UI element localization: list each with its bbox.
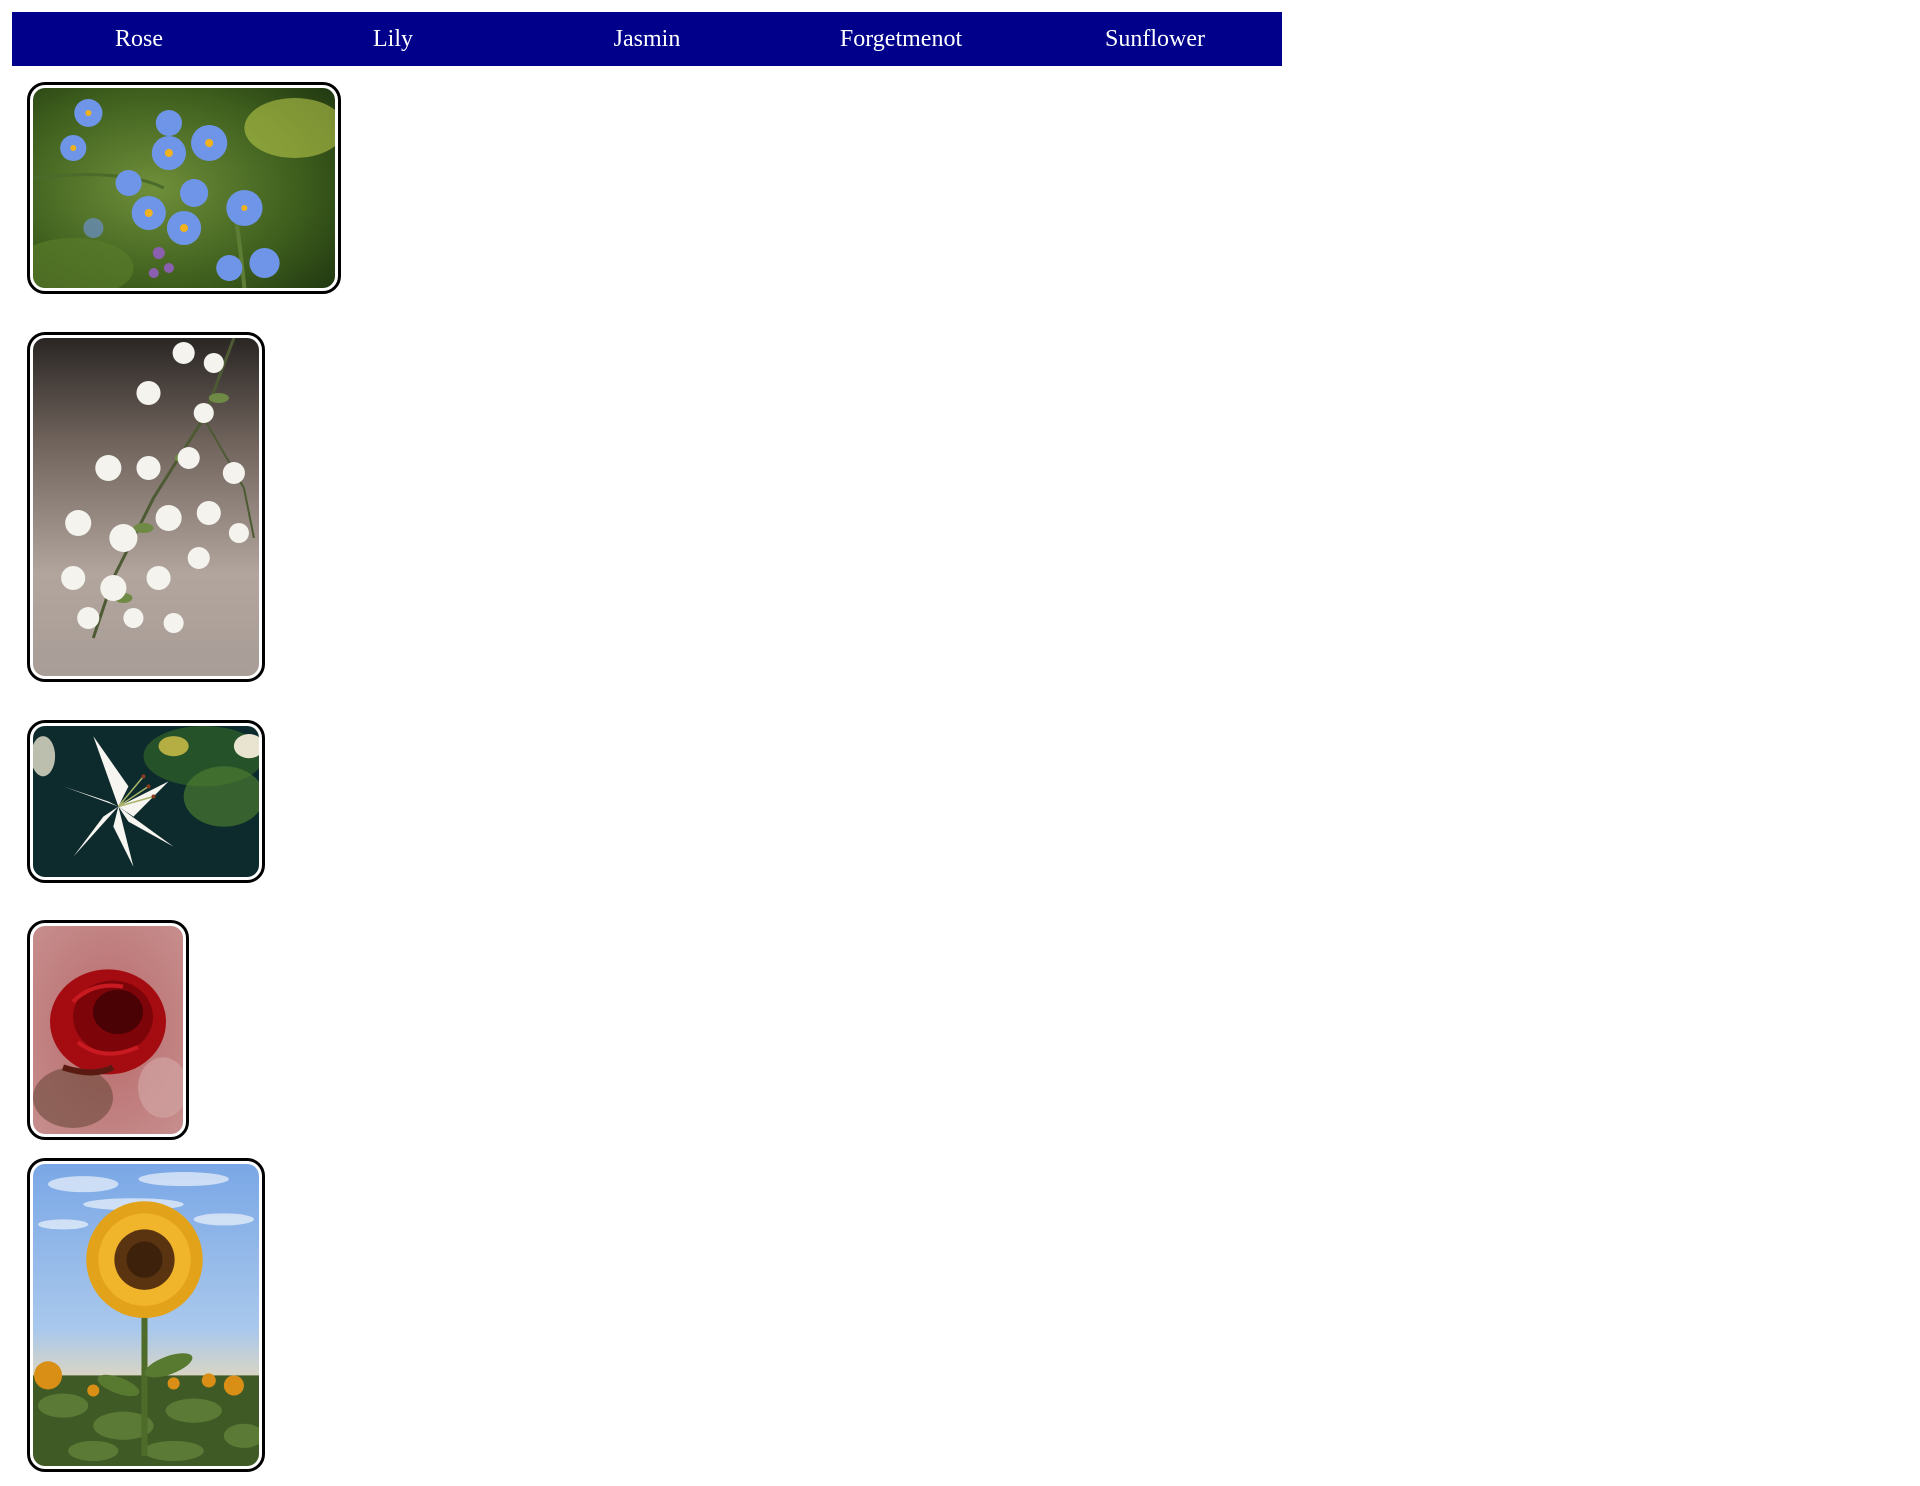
nav-item-rose[interactable]: Rose	[12, 12, 266, 66]
rose-photo	[27, 920, 189, 1140]
sunflower-image	[33, 1164, 259, 1466]
forgetmenot-photo	[27, 82, 341, 294]
lily-image	[33, 726, 259, 877]
lily-photo	[27, 720, 265, 883]
sunflower-photo	[27, 1158, 265, 1472]
rose-image	[33, 926, 183, 1134]
top-navbar: Rose Lily Jasmin Forgetmenot Sunflower	[12, 12, 1282, 66]
jasmin-photo	[27, 332, 265, 682]
nav-item-lily[interactable]: Lily	[266, 12, 520, 66]
forgetmenot-image	[33, 88, 335, 288]
nav-item-sunflower[interactable]: Sunflower	[1028, 12, 1282, 66]
nav-item-forgetmenot[interactable]: Forgetmenot	[774, 12, 1028, 66]
nav-item-jasmin[interactable]: Jasmin	[520, 12, 774, 66]
jasmin-image	[33, 338, 259, 676]
